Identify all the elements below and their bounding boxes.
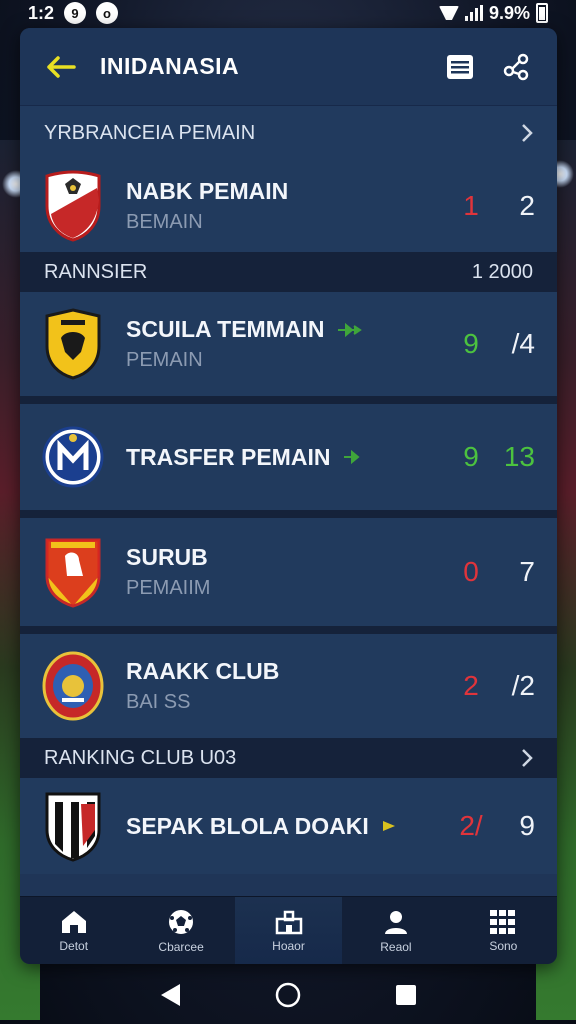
share-icon[interactable] <box>499 50 533 84</box>
section-label: YRBRANCEIA PEMAIN <box>44 121 256 144</box>
club-crest-icon <box>42 169 104 243</box>
back-triangle-icon[interactable] <box>158 982 182 1008</box>
status-bar: 1:2 9 o 9.9% <box>0 0 576 26</box>
nav-label: Detot <box>59 938 89 953</box>
club-row[interactable]: SCUILA TEMMAIN PEMAIN 9 /4 <box>20 292 557 396</box>
page-title: INIDANASIA <box>100 53 240 79</box>
nav-item-home[interactable]: Detot <box>20 897 127 964</box>
club-row[interactable]: TRASFER PEMAIN 9 13 <box>20 396 557 510</box>
recents-square-icon[interactable] <box>394 983 418 1007</box>
soccer-ball-icon <box>169 909 194 934</box>
club-row[interactable]: NABK PEMAIN BEMAIN 1 2 <box>20 160 557 252</box>
club-total: 2 <box>519 190 535 221</box>
club-subtitle: PEMAIN <box>126 349 203 371</box>
section-header-club-ranking[interactable]: RANKING CLUB U03 <box>20 738 557 778</box>
wifi-icon <box>439 6 459 20</box>
trend-icon-yellow <box>382 821 395 831</box>
club-total: 7 <box>519 556 535 587</box>
signal-icon <box>464 5 483 21</box>
club-row[interactable]: SEPAK BLOLA DOAKI 2/ 9 <box>20 778 557 874</box>
club-score: 2 <box>463 670 479 701</box>
battery-icon <box>536 3 548 23</box>
club-subtitle: BAI SS <box>126 691 191 713</box>
club-name: SURUB <box>126 544 208 570</box>
club-crest-icon <box>42 649 104 723</box>
nav-label: Reaol <box>380 939 412 954</box>
club-score: 0 <box>463 556 479 587</box>
section-label: RANNSIER <box>44 260 148 283</box>
list-icon[interactable] <box>443 50 477 84</box>
nav-item-more[interactable]: Sono <box>450 897 557 964</box>
nav-label: Cbarcee <box>158 939 204 954</box>
arrow-left-icon[interactable] <box>44 50 78 84</box>
user-icon <box>384 910 407 934</box>
trend-up-icon <box>338 322 363 337</box>
notification-icon-2: o <box>96 2 119 24</box>
club-subtitle: BEMAIN <box>126 211 203 233</box>
nav-item-profile[interactable]: Reaol <box>342 897 449 964</box>
section-header-transfer[interactable]: YRBRANCEIA PEMAIN <box>20 106 557 160</box>
stadium-icon <box>275 910 302 934</box>
section-label: RANKING CLUB U03 <box>44 746 237 769</box>
battery-percent: 9.9% <box>488 2 530 23</box>
club-total: 9 <box>519 810 535 841</box>
section-header-ranking: RANNSIER 1 2000 <box>20 252 557 292</box>
club-name: TRASFER PEMAIN <box>126 443 331 470</box>
bottom-nav: Detot Cbarcee Hoaor Reaol Sono <box>20 896 557 964</box>
nav-item-matches[interactable]: Cbarcee <box>127 897 234 964</box>
club-name: SEPAK BLOLA DOAKI <box>126 812 369 839</box>
club-score: 2/ <box>459 810 483 841</box>
status-time: 1:2 <box>28 2 55 23</box>
club-score: 9 <box>463 441 479 472</box>
club-row[interactable]: RAAKK CLUB BAI SS 2 /2 <box>20 626 557 738</box>
system-nav-bar <box>0 966 576 1024</box>
club-name: SCUILA TEMMAIN <box>126 316 325 342</box>
club-name: NABK PEMAIN <box>126 178 289 204</box>
club-crest-icon <box>42 789 104 863</box>
club-score: 9 <box>463 328 479 359</box>
club-total: /2 <box>511 670 535 701</box>
club-name: RAAKK CLUB <box>126 658 280 684</box>
trend-up-icon <box>344 449 361 465</box>
app-header: INIDANASIA <box>20 28 557 106</box>
nav-label: Sono <box>489 938 518 953</box>
nav-item-stadium[interactable]: Hoaor <box>234 897 343 964</box>
club-crest-icon <box>42 307 104 381</box>
club-total: /4 <box>511 328 535 359</box>
club-subtitle: PEMAIIM <box>126 577 211 599</box>
home-icon <box>61 910 86 933</box>
club-crest-icon <box>42 535 104 609</box>
club-row[interactable]: SURUB PEMAIIM 0 7 <box>20 510 557 626</box>
club-score: 1 <box>463 190 479 221</box>
section-value: 1 2000 <box>471 260 533 283</box>
club-crest-icon <box>42 420 104 494</box>
grid-icon <box>490 909 516 934</box>
chevron-right-icon <box>522 124 533 142</box>
club-total: 13 <box>503 441 535 472</box>
nav-label: Hoaor <box>272 938 305 953</box>
rankings-card: INIDANASIA YRBRANCEIA PEMAIN NABK PEMAIN… <box>20 28 557 964</box>
home-circle-icon[interactable] <box>274 981 302 1009</box>
notification-icon: 9 <box>64 2 87 24</box>
chevron-right-icon <box>522 749 533 767</box>
